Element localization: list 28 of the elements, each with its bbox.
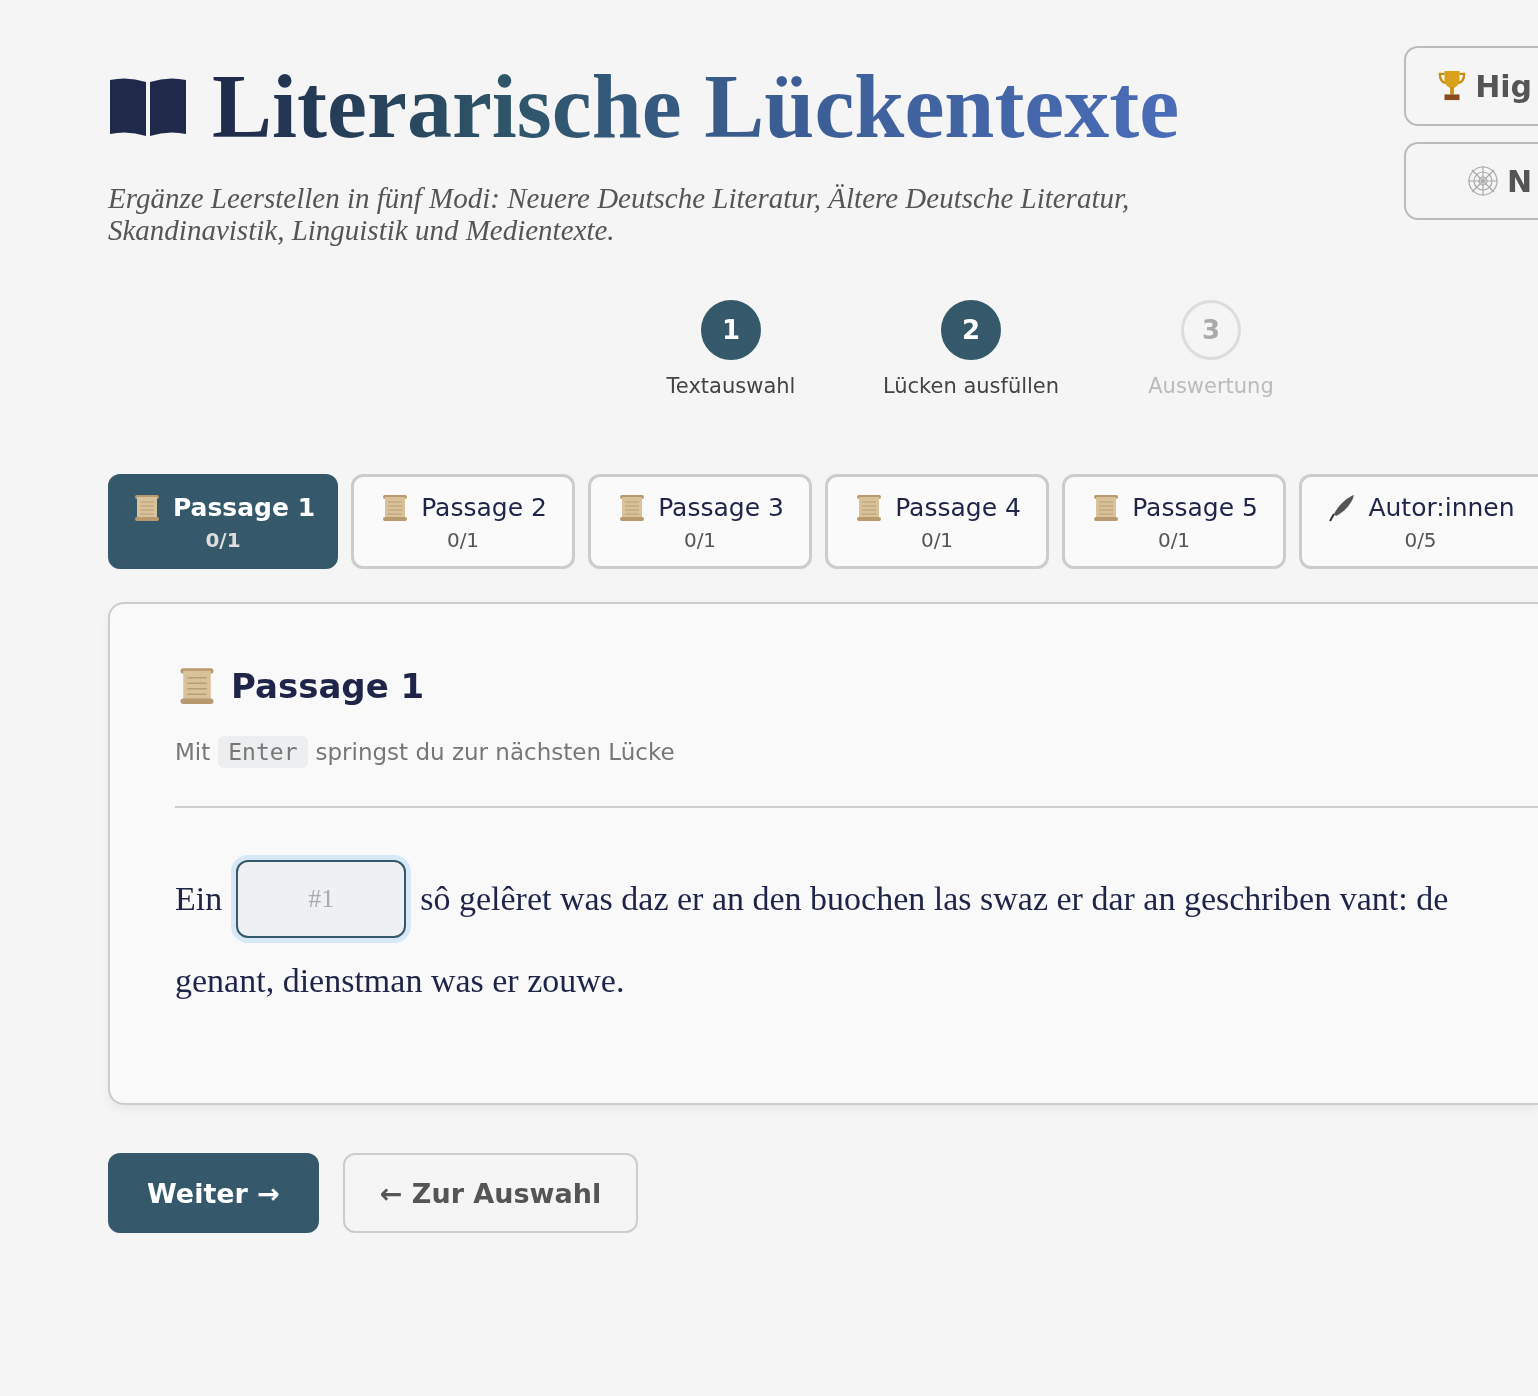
book-icon xyxy=(108,76,188,138)
passage-tab[interactable]: Passage 4 0/1 xyxy=(825,474,1049,569)
step-label: Lücken ausfüllen xyxy=(882,374,1060,398)
step-number: 2 xyxy=(941,300,1001,360)
passage-tab[interactable]: Passage 1 0/1 xyxy=(108,474,338,569)
enter-key: Enter xyxy=(218,736,308,768)
passage-tab[interactable]: Passage 5 0/1 xyxy=(1062,474,1286,569)
spider-web-icon xyxy=(1466,165,1499,197)
trophy-icon xyxy=(1437,69,1468,103)
gap-input-field[interactable]: #1 xyxy=(236,860,407,938)
passage-tab[interactable]: Autor:innen 0/5 xyxy=(1299,474,1538,569)
passage-text: genant, dienstman was er zouwe. xyxy=(175,962,625,1000)
passage-tab[interactable]: Passage 2 0/1 xyxy=(351,474,575,569)
step-label: Textauswahl xyxy=(666,374,796,398)
passage-tab[interactable]: Passage 3 0/1 xyxy=(588,474,812,569)
step-number: 1 xyxy=(701,300,761,360)
hint-text: Mit xyxy=(175,739,211,765)
next-button[interactable]: Weiter → xyxy=(108,1153,319,1233)
passage-title: Passage 1 xyxy=(231,666,425,706)
highscore-button[interactable]: Hig xyxy=(1404,46,1538,126)
page-subtitle: Ergänze Leerstellen in fünf Modi: Neuere Deutsche Literatur, Ältere Deutsche Literatur, Skandinavistik, Linguistik und Medientexte. xyxy=(108,182,1131,246)
hint-text: springst du zur nächsten Lücke xyxy=(315,739,675,765)
back-button[interactable]: ← Zur Auswahl xyxy=(343,1153,638,1233)
step-number: 3 xyxy=(1181,300,1241,360)
passage-text: sô gelêret was daz er an den buochen las swaz er dar an geschriben vant: de xyxy=(420,880,1449,918)
passage-text: Ein xyxy=(175,880,223,918)
header-button[interactable]: N xyxy=(1404,142,1538,220)
step-label: Auswertung xyxy=(1148,374,1274,398)
